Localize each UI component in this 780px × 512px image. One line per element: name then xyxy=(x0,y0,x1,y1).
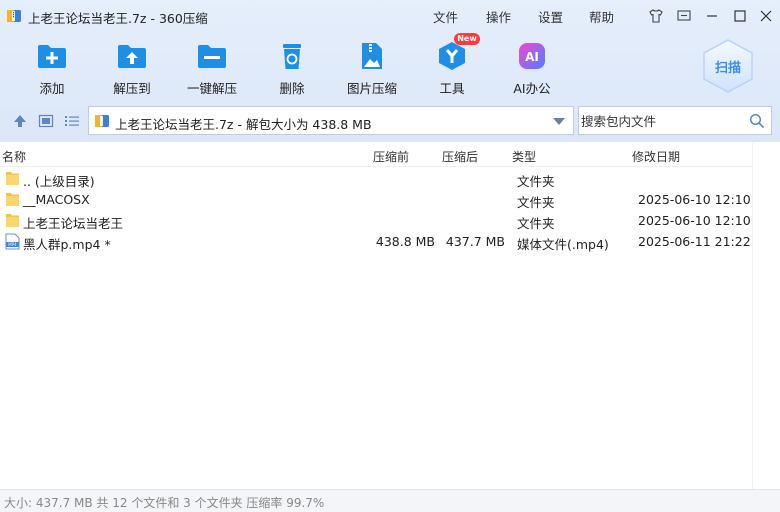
menu-operation[interactable]: 操作 xyxy=(486,7,511,26)
chevron-down-icon[interactable] xyxy=(553,118,565,125)
address-bar[interactable]: 上老王论坛当老王.7z - 解包大小为 438.8 MB xyxy=(88,106,574,135)
file-date: 2025-06-10 12:10 xyxy=(638,213,751,228)
address-path: 上老王论坛当老王.7z - 解包大小为 438.8 MB xyxy=(115,117,372,132)
file-name: 上老王论坛当老王 xyxy=(23,216,124,231)
one-click-extract-label: 一键解压 xyxy=(186,81,237,96)
up-arrow-icon[interactable] xyxy=(12,113,28,129)
folder-icon xyxy=(6,193,19,206)
feedback-icon[interactable] xyxy=(674,6,694,26)
ai-office-button[interactable]: AI AI办公 xyxy=(496,38,568,98)
window-chrome: 上老王论坛当老王.7z - 360压缩 文件 操作 设置 帮助 添加 解压到 一… xyxy=(0,0,780,142)
new-badge: New xyxy=(454,33,480,45)
ai-office-label: AI办公 xyxy=(513,81,551,96)
image-compress-icon xyxy=(362,43,382,69)
svg-text:MP4: MP4 xyxy=(8,242,17,247)
title-bar[interactable]: 上老王论坛当老王.7z - 360压缩 文件 操作 设置 帮助 xyxy=(0,0,780,32)
ai-office-icon: AI xyxy=(519,43,545,69)
folder-icon xyxy=(6,172,19,185)
extract-to-label: 解压到 xyxy=(113,81,151,96)
file-size-after: 437.7 MB xyxy=(445,234,505,249)
column-name[interactable]: 名称 xyxy=(2,148,26,165)
file-name: .. (上级目录) xyxy=(23,174,95,189)
mp4-file-icon: MP4 xyxy=(5,233,20,250)
scan-label[interactable]: 扫描 xyxy=(700,57,756,76)
file-row[interactable]: 上老王论坛当老王 文件夹 2025-06-10 12:10 xyxy=(0,210,752,231)
file-date: 2025-06-11 21:22 xyxy=(638,234,751,249)
one-click-extract-button[interactable]: 一键解压 xyxy=(176,38,248,98)
file-row-parent[interactable]: .. (上级目录) 文件夹 xyxy=(0,168,752,189)
column-modified[interactable]: 修改日期 xyxy=(632,148,680,165)
search-input[interactable] xyxy=(581,112,741,130)
file-size-before: 438.8 MB xyxy=(375,234,435,249)
file-type: 文件夹 xyxy=(517,174,555,189)
image-compress-button[interactable]: 图片压缩 xyxy=(336,38,408,98)
menu-file[interactable]: 文件 xyxy=(433,7,458,26)
file-type: 文件夹 xyxy=(517,195,555,210)
delete-label: 删除 xyxy=(279,81,305,96)
file-type: 文件夹 xyxy=(517,216,555,231)
folder-icon xyxy=(6,214,19,227)
maximize-icon[interactable] xyxy=(730,6,750,26)
archive-icon xyxy=(95,115,109,127)
window-title: 上老王论坛当老王.7z - 360压缩 xyxy=(28,11,208,26)
vertical-scrollbar[interactable] xyxy=(752,143,780,489)
file-name: 黑人群p.mp4 * xyxy=(23,237,111,252)
menu-settings[interactable]: 设置 xyxy=(538,7,563,26)
column-type[interactable]: 类型 xyxy=(512,148,536,165)
delete-button[interactable]: 删除 xyxy=(256,38,328,98)
add-button[interactable]: 添加 xyxy=(16,38,88,98)
file-name: __MACOSX xyxy=(23,192,90,207)
extract-to-icon xyxy=(118,45,146,68)
file-row[interactable]: __MACOSX 文件夹 2025-06-10 12:10 xyxy=(0,189,752,210)
svg-text:AI: AI xyxy=(525,50,539,64)
minimize-icon[interactable] xyxy=(702,6,722,26)
close-icon[interactable] xyxy=(756,6,776,26)
column-size-after[interactable]: 压缩后 xyxy=(442,148,478,165)
app-logo-icon xyxy=(7,10,21,22)
menu-help[interactable]: 帮助 xyxy=(589,7,614,26)
extract-to-button[interactable]: 解压到 xyxy=(96,38,168,98)
file-date: 2025-06-10 12:10 xyxy=(638,192,751,207)
status-text: 大小: 437.7 MB 共 12 个文件和 3 个文件夹 压缩率 99.7% xyxy=(4,496,325,510)
column-size-before[interactable]: 压缩前 xyxy=(373,148,409,165)
tools-button[interactable]: 工具 xyxy=(416,38,488,98)
status-bar: 大小: 437.7 MB 共 12 个文件和 3 个文件夹 压缩率 99.7% xyxy=(0,489,780,512)
thumbnail-view-icon[interactable] xyxy=(38,113,54,129)
file-row[interactable]: MP4 黑人群p.mp4 * 438.8 MB 437.7 MB 媒体文件(.m… xyxy=(0,231,752,252)
one-click-extract-icon xyxy=(198,45,226,68)
file-type: 媒体文件(.mp4) xyxy=(517,237,609,252)
add-folder-icon xyxy=(38,45,66,68)
list-view-icon[interactable] xyxy=(64,113,80,129)
tools-label: 工具 xyxy=(439,81,465,96)
add-label: 添加 xyxy=(39,81,65,96)
search-box[interactable] xyxy=(578,106,772,135)
delete-icon xyxy=(283,44,301,69)
image-compress-label: 图片压缩 xyxy=(346,81,397,96)
skin-icon[interactable] xyxy=(646,6,666,26)
file-list-header: 名称 压缩前 压缩后 类型 修改日期 xyxy=(0,143,752,167)
search-icon[interactable] xyxy=(749,113,765,129)
